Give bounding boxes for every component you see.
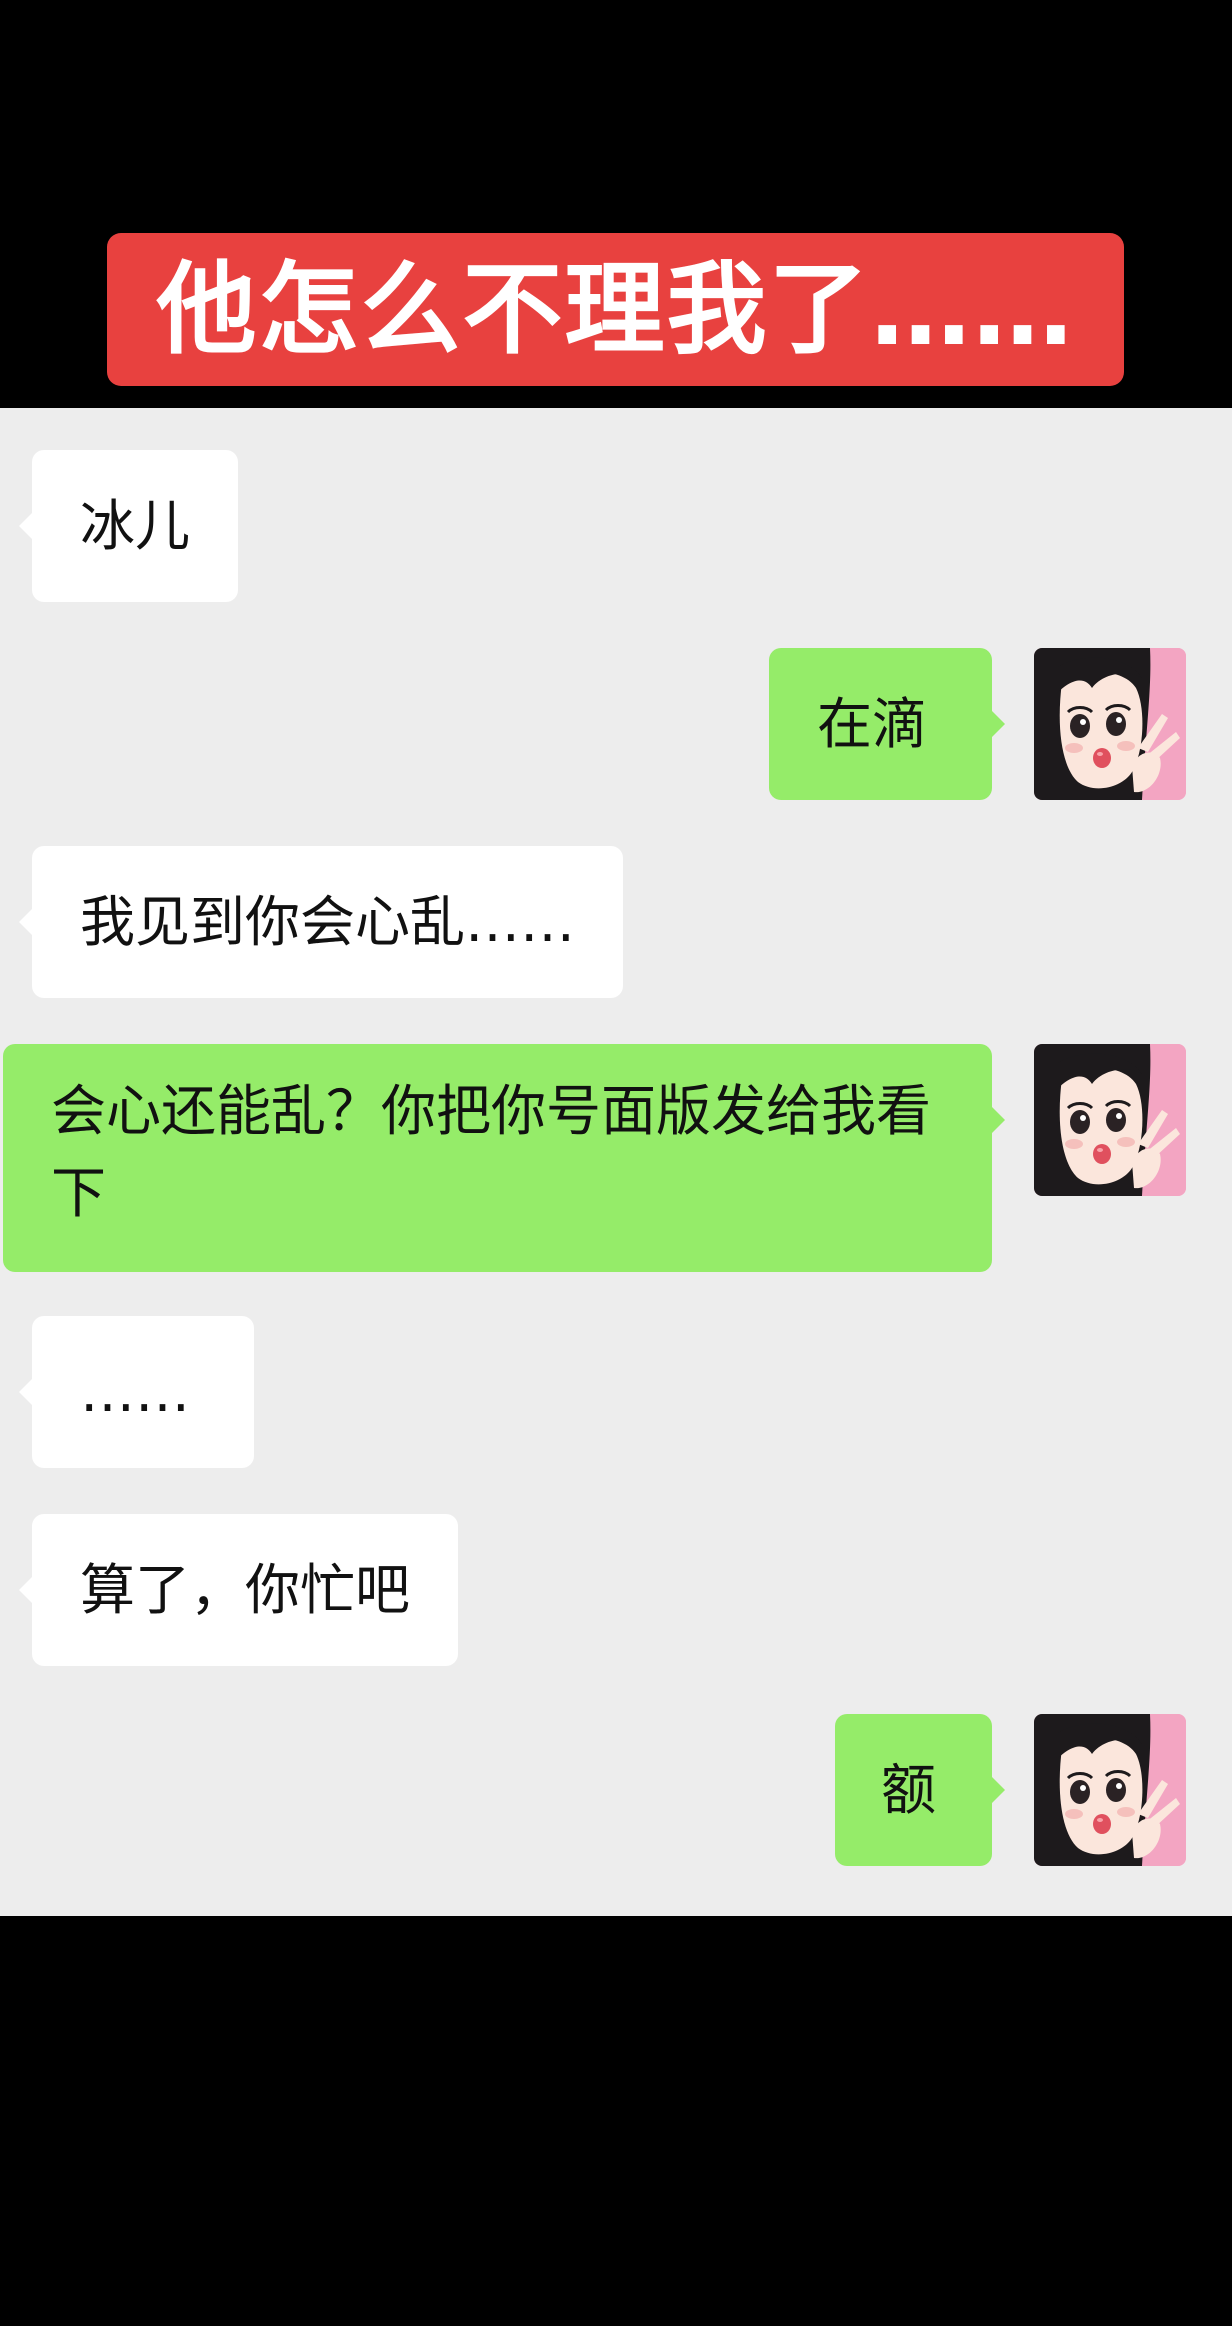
chat-message-list[interactable]: 冰儿 在滴 我见到你会心乱…… 会心还能乱？你把你号面版发给我看下 …… 算了，… (0, 408, 1232, 1916)
cartoon-girl-avatar-icon[interactable] (1034, 1044, 1186, 1196)
incoming-message-bubble[interactable]: 我见到你会心乱…… (18, 846, 624, 998)
message-text: 冰儿 (80, 494, 191, 558)
message-text: 额 (881, 1758, 937, 1822)
screenshot-page: 他怎么不理我了…… 冰儿 在滴 我见到你会心乱…… 会心还能乱？你把你号面版发给… (0, 0, 1232, 2326)
message-text: 我见到你会心乱…… (80, 890, 576, 954)
cartoon-girl-avatar-icon[interactable] (1034, 1714, 1186, 1866)
incoming-message-bubble[interactable]: 冰儿 (18, 450, 239, 602)
outgoing-message-bubble[interactable]: 会心还能乱？你把你号面版发给我看下 (3, 1044, 1005, 1272)
page-title: 他怎么不理我了…… (107, 233, 1124, 386)
outgoing-message-bubble[interactable]: 在滴 (769, 648, 1005, 800)
incoming-message-bubble[interactable]: 算了，你忙吧 (18, 1514, 459, 1666)
message-text: 在滴 (817, 692, 928, 756)
message-text: 会心还能乱？你把你号面版发给我看下 (51, 1079, 932, 1225)
cartoon-girl-avatar-icon[interactable] (1034, 648, 1186, 800)
incoming-message-bubble[interactable]: …… (19, 1316, 254, 1468)
outgoing-message-bubble[interactable]: 额 (835, 1714, 1005, 1866)
message-text: …… (80, 1360, 190, 1424)
message-text: 算了，你忙吧 (80, 1558, 411, 1622)
